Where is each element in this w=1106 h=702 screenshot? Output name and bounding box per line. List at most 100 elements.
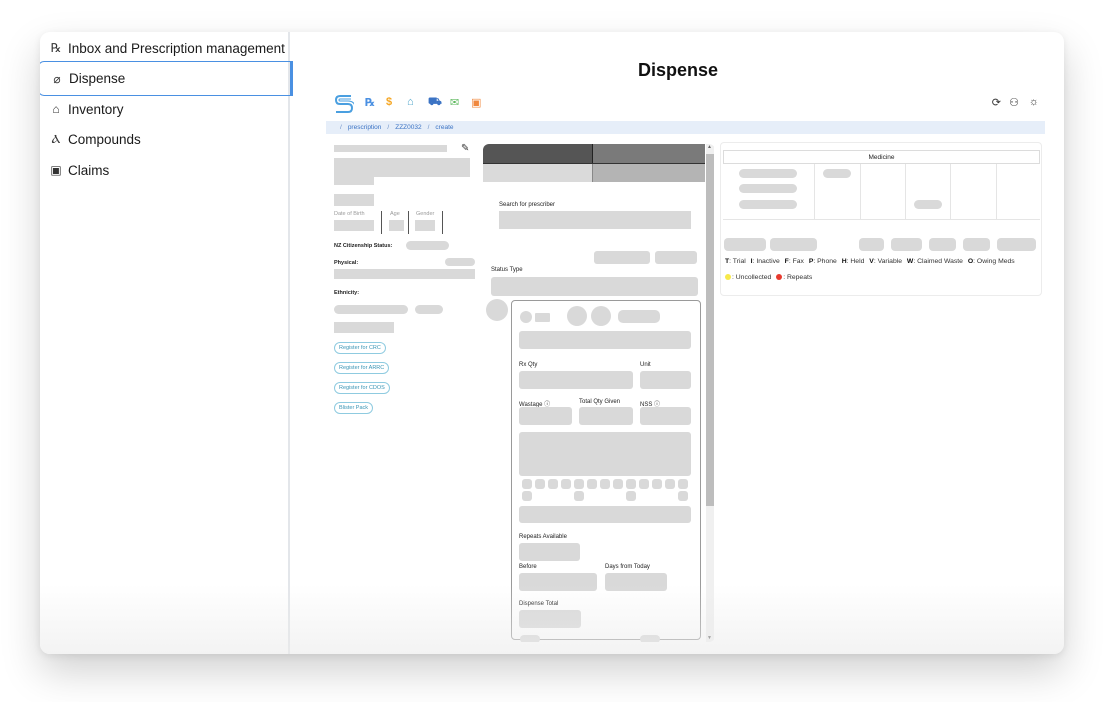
age-label: Age: [390, 211, 400, 217]
blister-pack-button[interactable]: Blister Pack: [334, 402, 374, 414]
day-toggle[interactable]: [548, 479, 558, 489]
day-toggle[interactable]: [522, 479, 532, 489]
day-toggle[interactable]: [639, 479, 649, 489]
color-dot-icon: [776, 274, 783, 281]
days-from-today-input[interactable]: [605, 573, 667, 591]
dob-field[interactable]: [334, 220, 374, 231]
dispense-total-input[interactable]: [519, 610, 581, 628]
page-title: Dispense: [637, 60, 719, 80]
day-toggle[interactable]: [522, 491, 532, 501]
tab-primary-2[interactable]: [593, 144, 705, 163]
day-toggle[interactable]: [626, 491, 636, 501]
unit-input[interactable]: [640, 371, 691, 389]
cell-placeholder: [823, 169, 851, 178]
app-window: ℞ Inbox and Prescription management ⌀ Di…: [40, 32, 1064, 654]
bottom-toggle-1[interactable]: [520, 635, 540, 642]
filter-button-placeholder[interactable]: [929, 238, 956, 251]
day-toggle[interactable]: [574, 491, 584, 501]
filter-button-placeholder[interactable]: [724, 238, 766, 251]
dollar-icon[interactable]: $: [386, 96, 392, 108]
refresh-icon[interactable]: ⟳: [992, 96, 1001, 109]
day-toggle[interactable]: [535, 479, 545, 489]
medicine-cell: [723, 164, 815, 219]
gender-label: Gender: [416, 211, 435, 217]
status-type-select[interactable]: [491, 277, 698, 296]
day-toggle[interactable]: [678, 479, 688, 489]
medicine-cell: [815, 164, 861, 219]
rx-qty-input[interactable]: [519, 371, 633, 389]
day-toggle[interactable]: [626, 479, 636, 489]
day-toggle[interactable]: [613, 479, 623, 489]
filter-button-placeholder[interactable]: [997, 238, 1036, 251]
age-field[interactable]: [389, 220, 404, 231]
round-button-placeholder[interactable]: [591, 306, 611, 326]
notes-input[interactable]: [519, 506, 691, 523]
day-toggle[interactable]: [652, 479, 662, 489]
store-icon[interactable]: ⌂: [407, 96, 414, 108]
sidebar-item-dispense[interactable]: ⌀ Dispense: [40, 61, 293, 96]
sidebar-item-inbox[interactable]: ℞ Inbox and Prescription management: [40, 33, 292, 63]
directions-textarea[interactable]: [519, 432, 691, 476]
rx-icon[interactable]: ℞: [365, 96, 375, 109]
breadcrumb-create[interactable]: create: [435, 124, 453, 131]
filter-button-placeholder[interactable]: [859, 238, 884, 251]
round-button-placeholder[interactable]: [567, 306, 587, 326]
scroll-up-icon[interactable]: ▲: [707, 144, 712, 150]
rx-icon: ℞: [50, 41, 62, 55]
prescriber-search-input[interactable]: [499, 211, 691, 229]
tab-primary-1[interactable]: [483, 144, 593, 163]
tab-secondary-1[interactable]: [483, 164, 593, 182]
day-toggle[interactable]: [678, 491, 688, 501]
cell-placeholder: [739, 200, 797, 209]
mail-icon[interactable]: ✉: [450, 96, 459, 109]
filter-button-placeholder[interactable]: [963, 238, 990, 251]
day-toggle[interactable]: [574, 479, 584, 489]
action-button-1[interactable]: [594, 251, 650, 264]
divider: [408, 211, 409, 234]
toggle-placeholder[interactable]: [520, 311, 532, 323]
breadcrumb-prescription-id[interactable]: ZZZ0032: [395, 124, 421, 131]
scrollbar-thumb[interactable]: [706, 154, 714, 506]
total-qty-input[interactable]: [579, 407, 633, 425]
days-label: Days from Today: [605, 564, 650, 570]
bottom-toggle-2[interactable]: [640, 635, 660, 642]
day-toggle[interactable]: [600, 479, 610, 489]
medicine-input[interactable]: [519, 331, 691, 349]
filter-button-placeholder[interactable]: [770, 238, 817, 251]
sidebar-item-claims[interactable]: ▣ Claims: [40, 155, 292, 185]
wastage-input[interactable]: [519, 407, 572, 425]
medicine-cell: [997, 164, 1040, 219]
legend-item: H: Held: [841, 258, 867, 265]
form-scrollbar[interactable]: ▲ ▼: [706, 144, 714, 642]
register-cdos-button[interactable]: Register for CDOS: [334, 382, 390, 394]
ledger-icon[interactable]: ▣: [471, 96, 481, 109]
medicine-header: Medicine: [723, 150, 1040, 164]
breadcrumb-prescription[interactable]: prescription: [348, 124, 382, 131]
brightness-icon[interactable]: ☼: [1029, 96, 1039, 108]
scroll-down-icon[interactable]: ▼: [707, 635, 712, 641]
user-icon[interactable]: ⚇: [1009, 96, 1019, 109]
day-toggle[interactable]: [587, 479, 597, 489]
tab-secondary-2[interactable]: [593, 164, 705, 182]
action-button-2[interactable]: [655, 251, 697, 264]
medicine-table: [723, 164, 1040, 220]
filter-button-placeholder[interactable]: [891, 238, 922, 251]
edit-icon[interactable]: ✎: [461, 143, 469, 154]
breadcrumb-separator: /: [387, 124, 390, 131]
gender-field[interactable]: [415, 220, 435, 231]
register-arrc-button[interactable]: Register for ARRC: [334, 362, 390, 374]
app-logo-icon[interactable]: [334, 93, 354, 115]
sidebar-item-inventory[interactable]: ⌂ Inventory: [40, 94, 292, 124]
repeats-input[interactable]: [519, 543, 580, 561]
day-toggle[interactable]: [561, 479, 571, 489]
day-toggle[interactable]: [665, 479, 675, 489]
legend-item: O: Owing Meds: [967, 258, 1015, 265]
before-date-input[interactable]: [519, 573, 597, 591]
sidebar-item-compounds[interactable]: Ⲁ Compounds: [40, 124, 292, 154]
register-crc-button[interactable]: Register for CRC: [334, 342, 386, 354]
before-label: Before: [519, 564, 537, 570]
breadcrumb-separator: /: [340, 124, 342, 131]
citizenship-status-badge: [406, 241, 449, 250]
cart-icon[interactable]: ⛟: [428, 96, 442, 110]
nss-input[interactable]: [640, 407, 691, 425]
